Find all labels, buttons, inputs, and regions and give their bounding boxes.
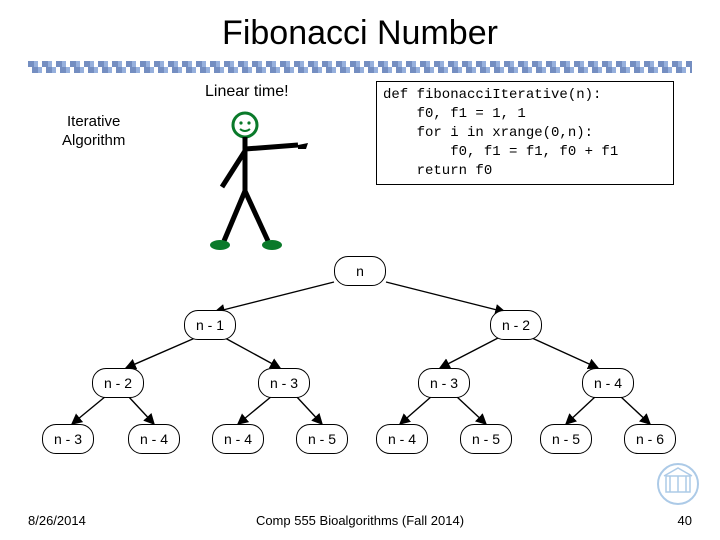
tree-node: n - 4 — [128, 424, 180, 454]
tree-node: n - 3 — [258, 368, 310, 398]
tree-node: n - 5 — [296, 424, 348, 454]
tree-node: n — [334, 256, 386, 286]
tree-node: n - 1 — [184, 310, 236, 340]
code-box: def fibonacciIterative(n): f0, f1 = 1, 1… — [376, 81, 674, 185]
divider-dna — [28, 61, 692, 73]
tree-node: n - 6 — [624, 424, 676, 454]
tree-node: n - 5 — [460, 424, 512, 454]
algorithm-label: Iterative Algorithm — [62, 113, 125, 151]
annotation-linear-time: Linear time! — [205, 83, 289, 101]
tree-node: n - 5 — [540, 424, 592, 454]
algorithm-label-line1: Iterative — [67, 113, 120, 130]
tree-node: n - 3 — [42, 424, 94, 454]
recursion-tree: n n - 1 n - 2 n - 2 n - 3 n - 3 n - 4 n … — [0, 256, 720, 486]
seal-icon — [656, 462, 700, 506]
tree-node: n - 4 — [376, 424, 428, 454]
footer-course: Comp 555 Bioalgorithms (Fall 2014) — [0, 513, 720, 528]
tree-node: n - 4 — [212, 424, 264, 454]
footer-page-number: 40 — [678, 513, 692, 528]
tree-node: n - 2 — [490, 310, 542, 340]
tree-node: n - 4 — [582, 368, 634, 398]
stick-figure-icon — [190, 101, 330, 261]
tree-node: n - 2 — [92, 368, 144, 398]
page-title: Fibonacci Number — [0, 0, 720, 53]
algorithm-label-line2: Algorithm — [62, 132, 125, 149]
tree-node: n - 3 — [418, 368, 470, 398]
